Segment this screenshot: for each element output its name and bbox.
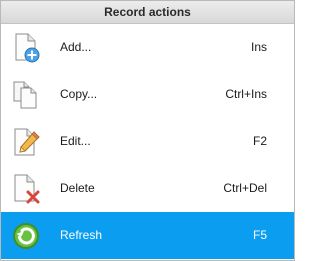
menu-item-add[interactable]: Add... Ins bbox=[1, 24, 294, 71]
menu-item-label: Add... bbox=[60, 40, 92, 54]
menu-item-label: Copy... bbox=[60, 87, 98, 101]
edit-pencil-icon bbox=[10, 126, 42, 158]
refresh-icon bbox=[10, 220, 42, 252]
menu-item-label: Delete bbox=[60, 181, 95, 195]
record-actions-menu: Record actions Add... Ins Copy... Ctrl+I… bbox=[0, 0, 295, 261]
menu-item-shortcut: Ctrl+Del bbox=[223, 181, 267, 195]
menu-item-shortcut: F2 bbox=[252, 134, 267, 148]
menu-item-edit[interactable]: Edit... F2 bbox=[1, 118, 294, 165]
menu-item-refresh[interactable]: Refresh F5 bbox=[1, 212, 294, 259]
menu-item-shortcut: F5 bbox=[252, 228, 267, 242]
delete-document-icon bbox=[10, 173, 42, 205]
copy-documents-icon bbox=[10, 79, 42, 111]
menu-item-shortcut: Ins bbox=[250, 40, 267, 54]
menu-item-copy[interactable]: Copy... Ctrl+Ins bbox=[1, 71, 294, 118]
menu-item-delete[interactable]: Delete Ctrl+Del bbox=[1, 165, 294, 212]
menu-item-shortcut: Ctrl+Ins bbox=[225, 87, 267, 101]
menu-item-label: Refresh bbox=[60, 228, 103, 242]
add-document-icon bbox=[10, 32, 42, 64]
menu-item-label: Edit... bbox=[60, 134, 91, 148]
menu-header: Record actions bbox=[1, 1, 294, 24]
